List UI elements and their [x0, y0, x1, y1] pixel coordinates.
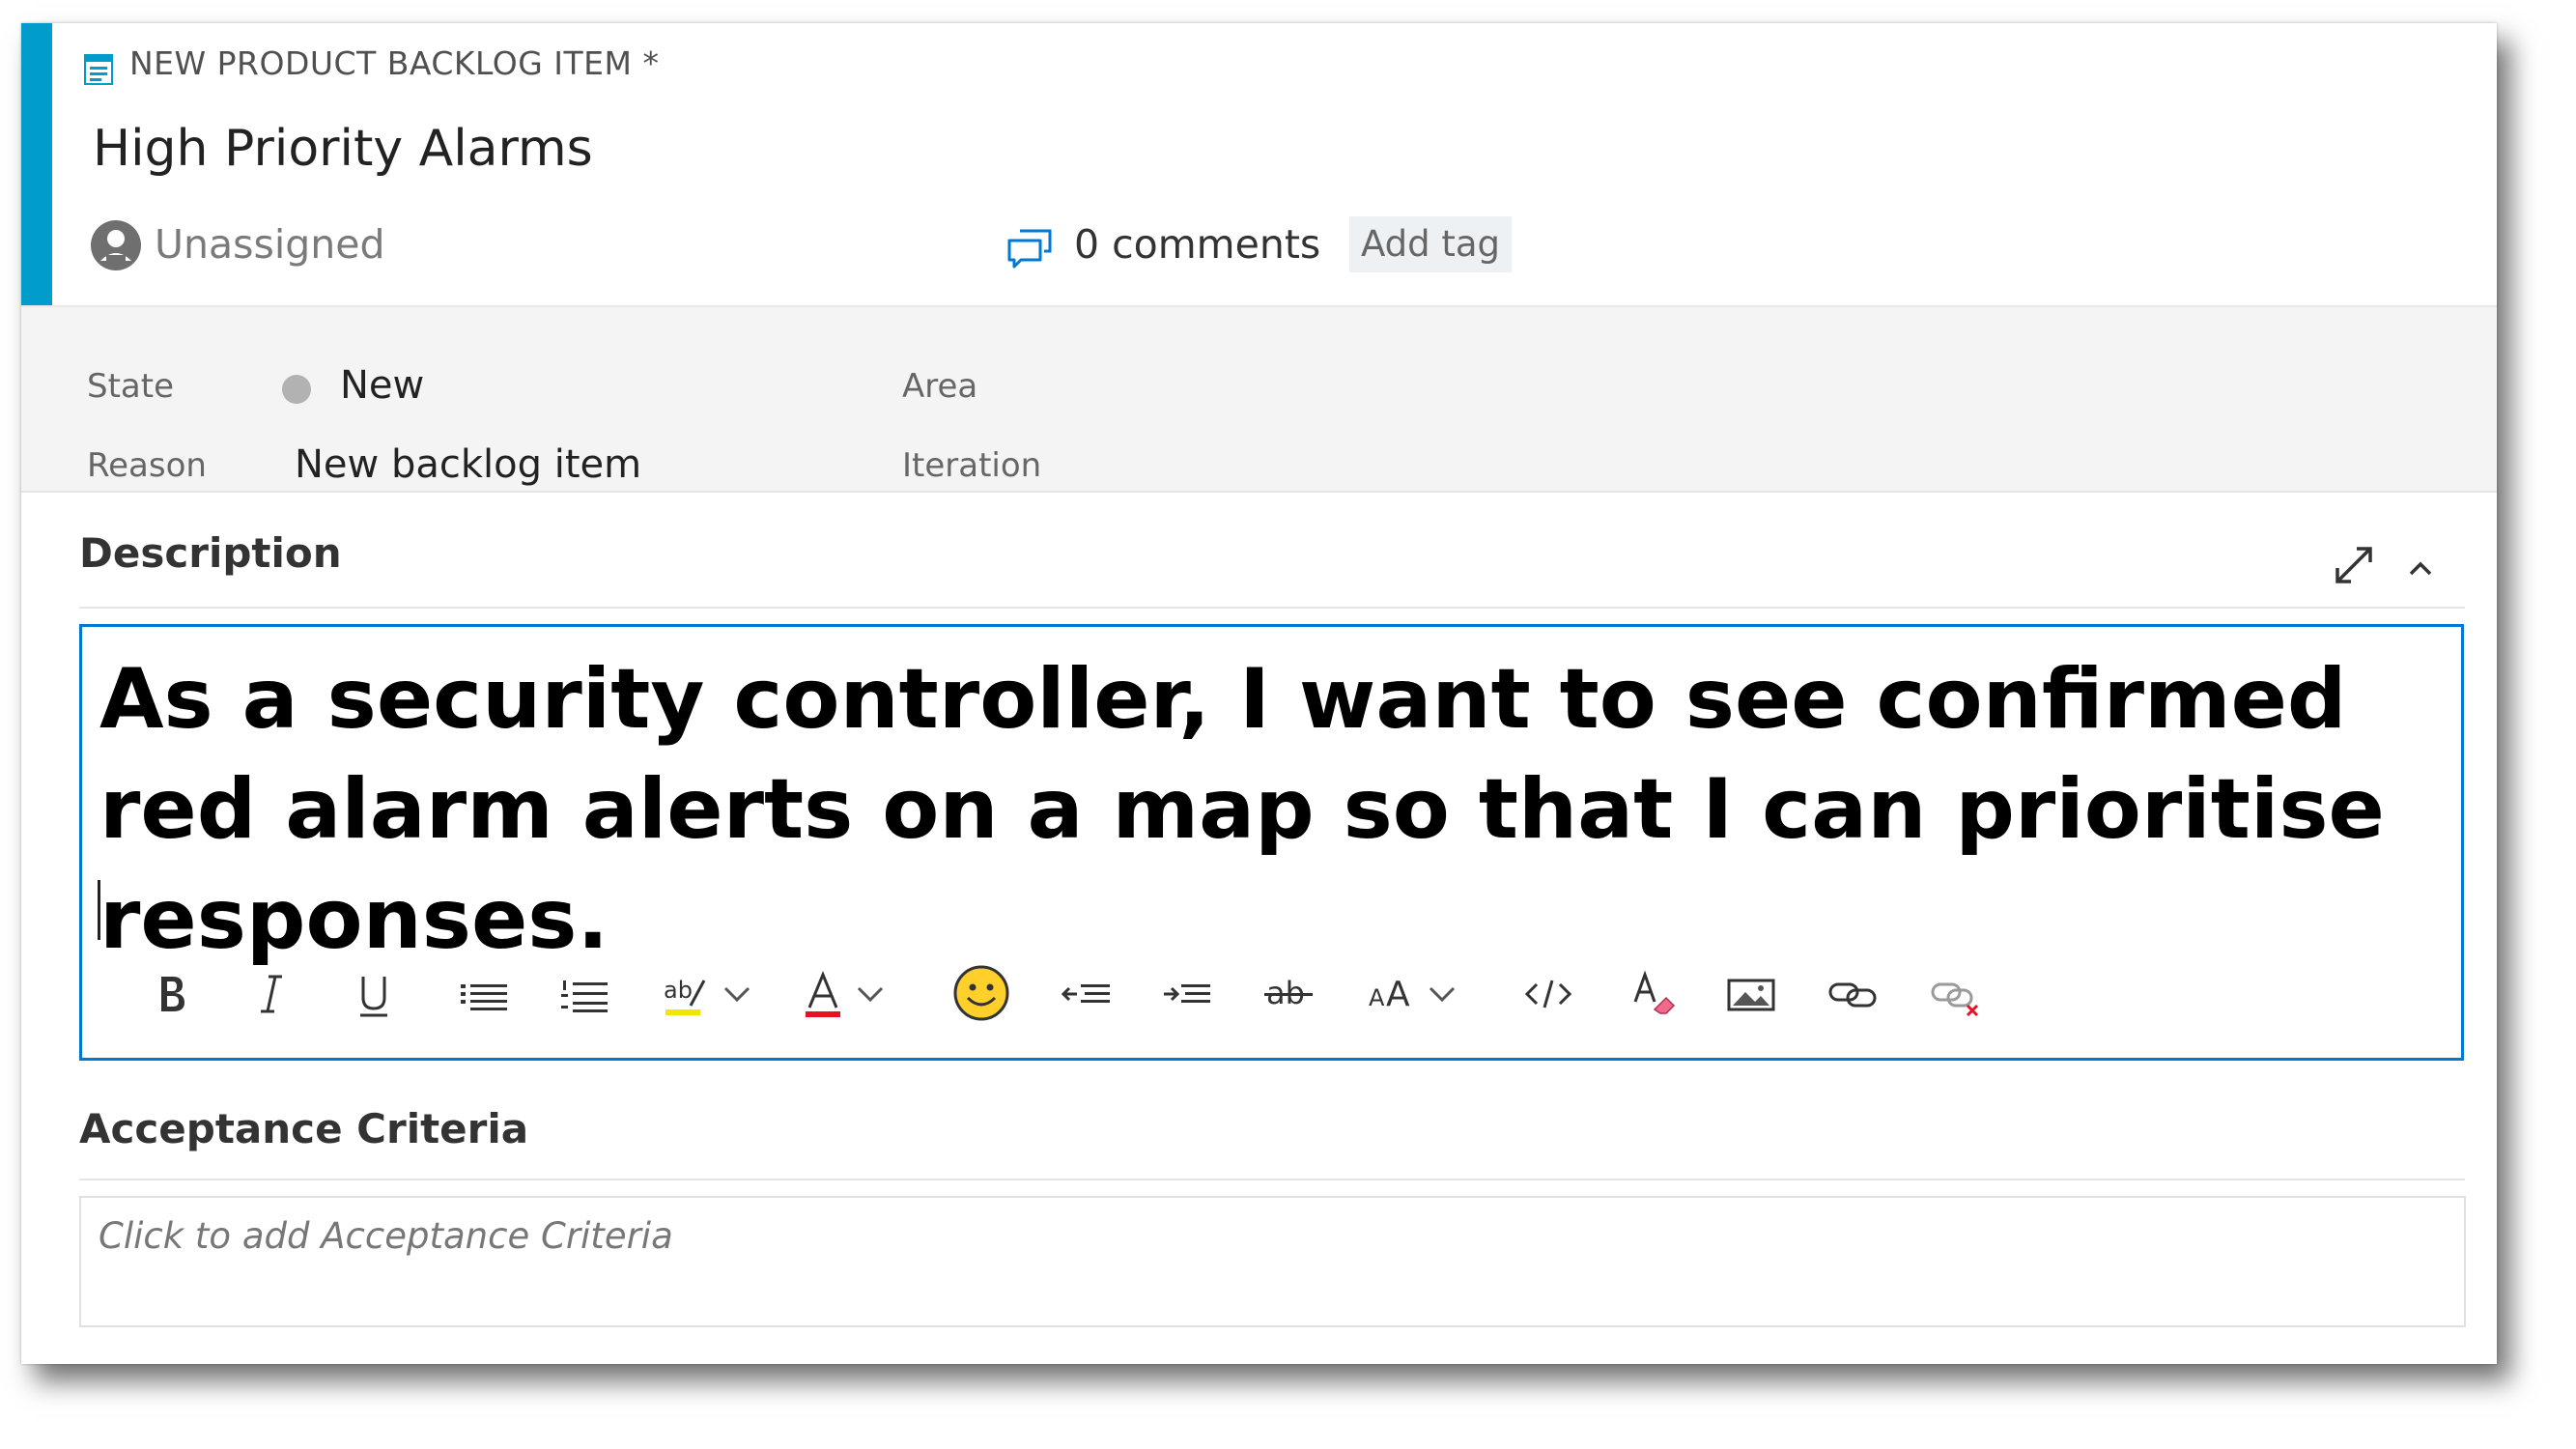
- chevron-up-icon[interactable]: [2405, 556, 2436, 582]
- highlight-icon[interactable]: ab: [662, 967, 710, 1021]
- description-text[interactable]: As a security controller, I want to see …: [99, 644, 2437, 975]
- insert-image-icon[interactable]: [1724, 967, 1778, 1021]
- iteration-field[interactable]: Iteration: [902, 446, 1041, 485]
- svg-text:ab: ab: [664, 977, 693, 1004]
- increase-indent-icon[interactable]: [1160, 967, 1214, 1021]
- link-icon[interactable]: [1826, 967, 1881, 1021]
- comments-icon[interactable]: [1006, 228, 1053, 269]
- description-divider: [79, 607, 2465, 609]
- description-editor[interactable]: As a security controller, I want to see …: [79, 624, 2464, 1061]
- acceptance-criteria-placeholder: Click to add Acceptance Criteria: [99, 1215, 673, 1257]
- rich-text-toolbar: ab ab AA: [111, 946, 2429, 1042]
- bold-icon[interactable]: [152, 967, 190, 1021]
- expand-icon[interactable]: [2332, 543, 2376, 587]
- italic-icon[interactable]: [251, 967, 290, 1021]
- acceptance-criteria-header: Acceptance Criteria: [79, 1105, 529, 1152]
- area-field[interactable]: Area: [902, 367, 977, 406]
- add-tag-button[interactable]: Add tag: [1349, 216, 1512, 272]
- work-item-type-color-bar: [21, 23, 52, 305]
- backlog-item-icon: [84, 54, 113, 85]
- svg-text:A: A: [1386, 975, 1410, 1014]
- work-item-header: NEW PRODUCT BACKLOG ITEM * High Priority…: [21, 23, 2497, 307]
- clear-format-icon[interactable]: [1628, 967, 1682, 1021]
- reason-field[interactable]: New backlog item: [295, 442, 641, 487]
- comments-count[interactable]: 0 comments: [1074, 221, 1320, 268]
- font-color-chevron-down-icon[interactable]: [853, 967, 888, 1021]
- state-label: State: [87, 367, 174, 406]
- reason-label: Reason: [87, 446, 207, 485]
- decrease-indent-icon[interactable]: [1060, 967, 1114, 1021]
- work-item-type-label: NEW PRODUCT BACKLOG ITEM *: [129, 44, 660, 82]
- bulleted-list-icon[interactable]: [457, 967, 511, 1021]
- highlight-chevron-down-icon[interactable]: [720, 967, 754, 1021]
- state-indicator-dot: [282, 375, 311, 404]
- work-item-fields: State New Reason New backlog item Area I…: [21, 307, 2497, 493]
- font-size-icon[interactable]: AA: [1367, 967, 1421, 1021]
- text-caret: [98, 880, 100, 940]
- font-color-icon[interactable]: [802, 967, 844, 1021]
- svg-text:A: A: [1369, 984, 1385, 1011]
- acceptance-criteria-field[interactable]: Click to add Acceptance Criteria: [79, 1196, 2466, 1327]
- numbered-list-icon[interactable]: [557, 967, 611, 1021]
- emoji-icon[interactable]: [951, 963, 1011, 1021]
- font-size-chevron-down-icon[interactable]: [1425, 967, 1459, 1021]
- acceptance-criteria-divider: [79, 1179, 2465, 1180]
- work-item-title[interactable]: High Priority Alarms: [93, 120, 593, 178]
- code-icon[interactable]: [1521, 967, 1575, 1021]
- unassigned-avatar-icon[interactable]: [89, 218, 143, 272]
- work-item-form: NEW PRODUCT BACKLOG ITEM * High Priority…: [21, 23, 2497, 1364]
- unlink-icon[interactable]: [1929, 967, 1983, 1021]
- strikethrough-icon[interactable]: ab: [1262, 967, 1316, 1021]
- underline-icon[interactable]: [354, 967, 393, 1021]
- state-field[interactable]: New: [340, 363, 424, 408]
- assigned-to-field[interactable]: Unassigned: [155, 221, 385, 268]
- description-header: Description: [79, 529, 342, 577]
